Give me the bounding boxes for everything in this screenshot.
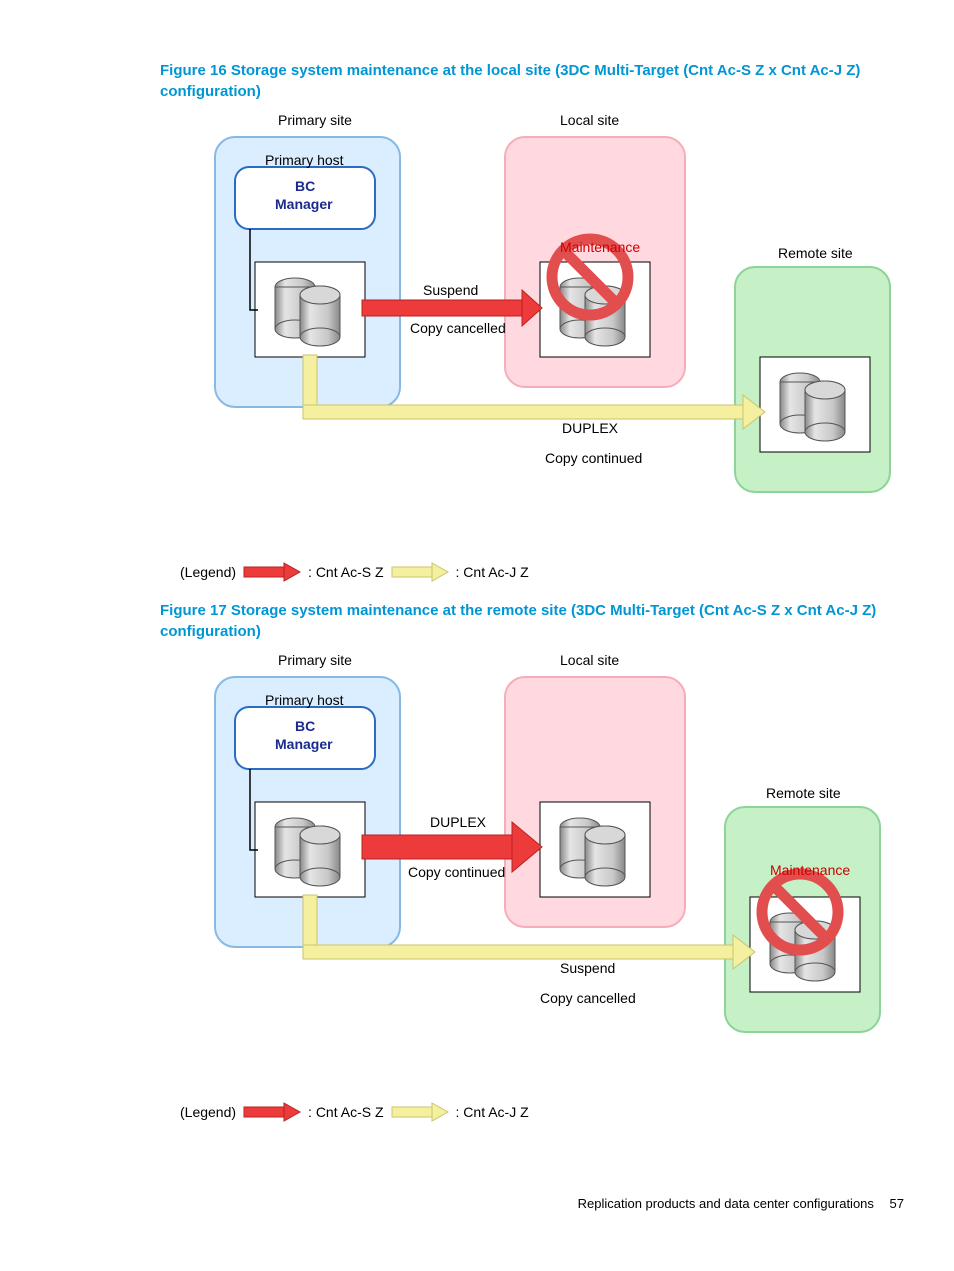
figure17-caption: Figure 17 Storage system maintenance at …	[160, 600, 904, 642]
legend-acs-arrow-icon	[242, 1102, 302, 1122]
legend-acs-arrow-icon	[242, 562, 302, 582]
fig17-duplex-label: DUPLEX	[430, 814, 486, 830]
page-footer: Replication products and data center con…	[578, 1196, 904, 1211]
fig16-bc-label-2: Manager	[275, 196, 333, 212]
fig16-legend-label: (Legend)	[180, 564, 236, 580]
primary-storage-icon	[275, 818, 340, 886]
legend-acj-arrow-icon	[390, 1102, 450, 1122]
figure16-diagram: Primary site Local site Remote site Prim…	[180, 112, 904, 582]
fig16-duplex-label: DUPLEX	[562, 420, 618, 436]
remote-storage-icon	[780, 373, 845, 441]
fig16-local-site-label: Local site	[560, 112, 619, 128]
fig16-maintenance-label: Maintenance	[560, 239, 640, 255]
fig17-legend-acj: : Cnt Ac-J Z	[456, 1104, 529, 1120]
footer-text: Replication products and data center con…	[578, 1196, 874, 1211]
fig17-suspend-label: Suspend	[560, 960, 615, 976]
fig17-bc-label-2: Manager	[275, 736, 333, 752]
fig17-legend-acs: : Cnt Ac-S Z	[308, 1104, 383, 1120]
fig17-copy-continued-label: Copy continued	[408, 864, 505, 880]
figure17-diagram: Primary site Local site Remote site Prim…	[180, 652, 904, 1122]
fig16-suspend-label: Suspend	[423, 282, 478, 298]
fig17-legend-label: (Legend)	[180, 1104, 236, 1120]
fig16-primary-site-label: Primary site	[278, 112, 352, 128]
page: Figure 16 Storage system maintenance at …	[0, 0, 954, 1271]
fig17-bc-label-1: BC	[295, 718, 315, 734]
fig16-copy-continued-label: Copy continued	[545, 450, 642, 466]
figure16-caption: Figure 16 Storage system maintenance at …	[160, 60, 904, 102]
fig17-maintenance-label: Maintenance	[770, 862, 850, 878]
fig16-copy-cancelled-label: Copy cancelled	[410, 320, 506, 336]
footer-page-number: 57	[890, 1196, 904, 1211]
legend-acj-arrow-icon	[390, 562, 450, 582]
fig16-legend-acs: : Cnt Ac-S Z	[308, 564, 383, 580]
fig17-primary-host-label: Primary host	[265, 692, 344, 708]
fig16-bc-label-1: BC	[295, 178, 315, 194]
fig16-legend: (Legend) : Cnt Ac-S Z : Cnt Ac-J Z	[180, 562, 529, 582]
fig17-remote-site-label: Remote site	[766, 785, 841, 801]
fig17-copy-cancelled-label: Copy cancelled	[540, 990, 636, 1006]
fig16-remote-site-label: Remote site	[778, 245, 853, 261]
fig17-legend: (Legend) : Cnt Ac-S Z : Cnt Ac-J Z	[180, 1102, 529, 1122]
fig17-local-site-label: Local site	[560, 652, 619, 668]
fig16-legend-acj: : Cnt Ac-J Z	[456, 564, 529, 580]
primary-storage-icon	[275, 278, 340, 346]
figure16-svg	[180, 112, 900, 542]
fig16-primary-host-label: Primary host	[265, 152, 344, 168]
fig17-primary-site-label: Primary site	[278, 652, 352, 668]
local-storage-icon	[560, 818, 625, 886]
